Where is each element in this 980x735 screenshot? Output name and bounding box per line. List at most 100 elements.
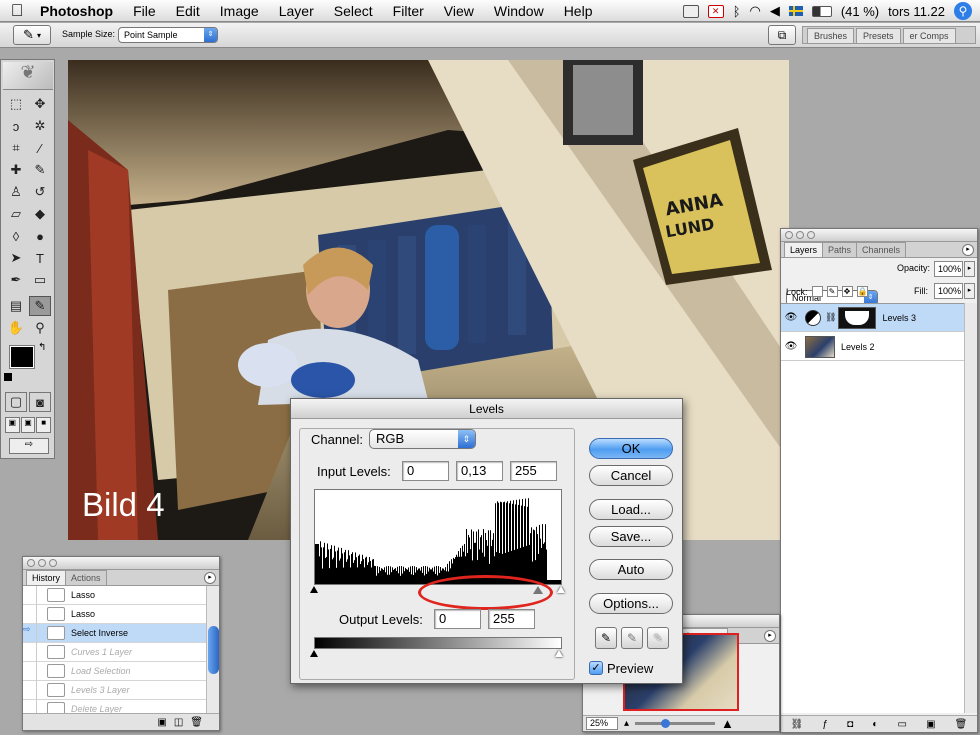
pen-tool-icon[interactable]: ✒ — [5, 270, 27, 290]
history-item[interactable]: Lasso — [23, 586, 206, 605]
move-tool-icon[interactable]: ✥ — [29, 94, 51, 114]
menu-file[interactable]: File — [133, 3, 156, 19]
output-white-field[interactable]: 255 — [488, 609, 535, 629]
trash-icon[interactable]: 🗑 — [190, 717, 203, 728]
sample-size-select[interactable]: Point Sample ⇕ — [118, 27, 218, 43]
add-mask-icon[interactable]: ◘ — [847, 719, 853, 730]
zoom-palette-icon[interactable] — [49, 559, 57, 567]
history-source-checkbox[interactable] — [23, 661, 37, 681]
tab-history[interactable]: History — [26, 570, 67, 585]
ok-button[interactable]: OK — [589, 438, 673, 459]
white-point-eyedropper-icon[interactable]: ✎ — [647, 627, 669, 649]
close-palette-icon[interactable] — [785, 231, 793, 239]
black-point-eyedropper-icon[interactable]: ✎ — [595, 627, 617, 649]
lasso-tool-icon[interactable]: ↄ — [5, 116, 27, 136]
history-item[interactable]: Curves 1 Layer — [23, 642, 206, 662]
shape-tool-icon[interactable]: ▭ — [29, 270, 51, 290]
opacity-input[interactable]: 100% — [934, 261, 963, 277]
history-item[interactable]: ⇨ Select Inverse — [23, 623, 206, 643]
brush-tool-icon[interactable]: ✎ — [29, 160, 51, 180]
slice-tool-icon[interactable]: ⁄ — [29, 138, 51, 158]
input-gamma-field[interactable]: 0,13 — [456, 461, 503, 481]
history-source-checkbox[interactable] — [23, 699, 37, 713]
well-tab-presets[interactable]: Presets — [856, 28, 901, 43]
zoom-level-input[interactable]: 25% — [586, 717, 618, 730]
crop-tool-icon[interactable]: ⌗ — [5, 138, 27, 158]
tab-layers[interactable]: Layers — [784, 242, 824, 257]
tab-channels[interactable]: Channels — [856, 242, 907, 257]
history-item[interactable]: Load Selection — [23, 661, 206, 681]
load-button[interactable]: Load... — [589, 499, 673, 520]
layer-name[interactable]: Levels 2 — [841, 342, 875, 352]
battery-icon[interactable] — [811, 5, 832, 17]
well-tab-layer-comps[interactable]: er Comps — [902, 28, 956, 43]
swap-colors-icon[interactable]: ↰ — [38, 342, 46, 353]
standard-mode-icon[interactable]: ▢ — [5, 392, 27, 412]
layer-style-icon[interactable]: ƒ — [822, 719, 828, 730]
history-scroll-thumb[interactable] — [208, 626, 219, 674]
history-item[interactable]: Delete Layer — [23, 699, 206, 713]
healing-brush-tool-icon[interactable]: ✚ — [5, 160, 27, 180]
well-tab-brushes[interactable]: Brushes — [807, 28, 855, 43]
menu-window[interactable]: Window — [494, 3, 544, 19]
zoom-tool-icon[interactable]: ⚲ — [29, 318, 51, 338]
zoom-out-icon[interactable]: ▴ — [624, 718, 629, 729]
menu-image[interactable]: Image — [220, 3, 259, 19]
palette-menu-icon[interactable]: ▸ — [962, 244, 974, 256]
zoom-palette-icon[interactable] — [807, 231, 815, 239]
layer-row-levels-2[interactable]: 👁 Levels 2 — [781, 333, 966, 361]
link-layers-icon[interactable]: ⛓ — [791, 719, 804, 730]
eraser-tool-icon[interactable]: ▱ — [5, 204, 27, 224]
screens-icon[interactable] — [682, 4, 699, 18]
preview-checkbox[interactable]: ✓ — [589, 661, 603, 675]
status-x-icon[interactable]: ✕ — [707, 4, 724, 18]
menu-view[interactable]: View — [444, 3, 474, 19]
gray-point-eyedropper-icon[interactable]: ✎ — [621, 627, 643, 649]
quick-mask-icon[interactable]: ◙ — [29, 392, 51, 412]
new-adjustment-layer-icon[interactable]: ◐ — [872, 719, 878, 730]
palette-menu-icon[interactable]: ▸ — [204, 572, 216, 584]
layer-name[interactable]: Levels 3 — [882, 313, 916, 323]
palette-menu-icon[interactable]: ▸ — [764, 630, 776, 642]
menu-filter[interactable]: Filter — [393, 3, 424, 19]
zoom-slider[interactable] — [635, 719, 716, 728]
eye-icon[interactable]: 👁 — [781, 341, 801, 352]
zoom-slider-knob[interactable] — [661, 719, 671, 728]
lock-transparent-icon[interactable] — [811, 286, 823, 297]
menu-help[interactable]: Help — [564, 3, 593, 19]
trash-icon[interactable]: 🗑 — [955, 719, 968, 730]
path-selection-tool-icon[interactable]: ➤ — [5, 248, 27, 268]
history-source-checkbox[interactable] — [23, 680, 37, 700]
fill-input[interactable]: 100% — [934, 283, 963, 299]
history-item[interactable]: Lasso — [23, 604, 206, 624]
tab-actions[interactable]: Actions — [65, 570, 107, 585]
menu-layer[interactable]: Layer — [279, 3, 314, 19]
menubar-clock[interactable]: tors 11.22 — [888, 4, 945, 19]
channel-select[interactable]: RGB ⇕ — [369, 429, 476, 449]
history-source-checkbox[interactable] — [23, 642, 37, 662]
output-black-field[interactable]: 0 — [434, 609, 481, 629]
file-browser-button[interactable]: ⧉ — [768, 25, 796, 45]
marquee-tool-icon[interactable]: ⬚ — [5, 94, 27, 114]
notes-tool-icon[interactable]: ▤ — [5, 296, 27, 316]
history-brush-tool-icon[interactable]: ↺ — [29, 182, 51, 202]
save-button[interactable]: Save... — [589, 526, 673, 547]
history-source-checkbox[interactable] — [23, 604, 37, 624]
close-palette-icon[interactable] — [27, 559, 35, 567]
default-colors-icon[interactable] — [4, 373, 12, 381]
app-menu[interactable]: Photoshop — [40, 3, 113, 19]
cancel-button[interactable]: Cancel — [589, 465, 673, 486]
eyedropper-tool-icon[interactable]: ✎ — [29, 296, 51, 316]
input-black-field[interactable]: 0 — [402, 461, 449, 481]
hand-tool-icon[interactable]: ✋ — [5, 318, 27, 338]
volume-icon[interactable]: ◀ — [770, 3, 780, 19]
minimize-palette-icon[interactable] — [796, 231, 804, 239]
options-button[interactable]: Options... — [589, 593, 673, 614]
type-tool-icon[interactable]: T — [29, 248, 51, 268]
new-group-icon[interactable]: ▭ — [897, 719, 906, 730]
auto-button[interactable]: Auto — [589, 559, 673, 580]
history-item[interactable]: Levels 3 Layer — [23, 680, 206, 700]
preview-label[interactable]: Preview — [607, 661, 653, 676]
eye-icon[interactable]: 👁 — [781, 312, 801, 323]
history-source-checkbox[interactable]: ⇨ — [23, 623, 37, 643]
